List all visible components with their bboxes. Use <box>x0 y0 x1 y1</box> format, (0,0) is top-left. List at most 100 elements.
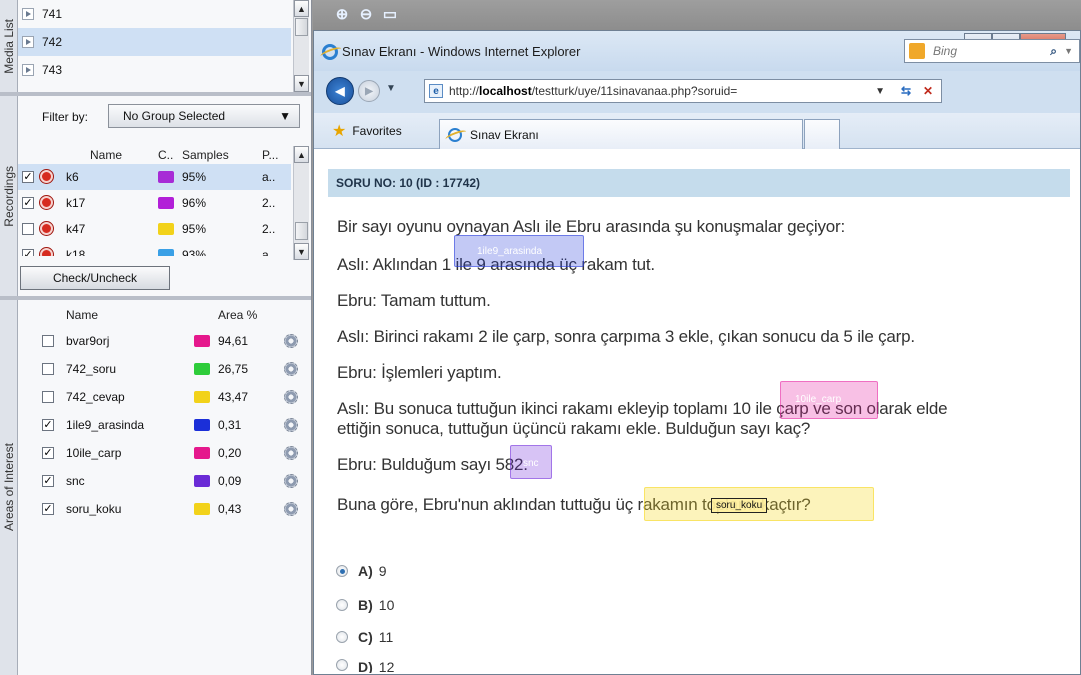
aoi-section: Name Area % bvar9orj 94,61 742_soru 26,7… <box>18 300 311 675</box>
search-icon[interactable]: ⌕ <box>1050 44 1057 59</box>
aoi-checkbox[interactable]: ✓ <box>42 475 54 487</box>
recording-color-swatch[interactable] <box>158 171 174 183</box>
aoi-color-swatch[interactable] <box>194 363 210 375</box>
group-filter-select[interactable]: No Group Selected ▼ <box>108 104 300 128</box>
recordings-scrollbar[interactable]: ▲ ▼ <box>293 146 309 260</box>
aoi-overlay[interactable]: 10ile_carp <box>780 381 878 419</box>
scroll-down-icon[interactable]: ▼ <box>294 75 309 92</box>
url-text[interactable]: http://localhost/testturk/uye/11sinavana… <box>449 84 737 98</box>
aoi-row[interactable]: 742_soru 26,75 <box>18 356 298 382</box>
recording-color-swatch[interactable] <box>158 197 174 209</box>
aoi-checkbox[interactable]: ✓ <box>42 503 54 515</box>
areas-of-interest-tab[interactable]: Areas of Interest <box>0 300 18 675</box>
column-header-name[interactable]: Name <box>66 308 98 322</box>
aoi-name: 1ile9_arasinda <box>66 418 145 432</box>
media-item[interactable]: 741 <box>18 0 291 28</box>
forward-icon[interactable]: ▶ <box>358 80 380 102</box>
column-header-p[interactable]: P... <box>262 148 278 162</box>
aoi-checkbox[interactable]: ✓ <box>42 447 54 459</box>
recording-row[interactable]: ✓ k18 93% a <box>18 242 291 256</box>
media-item-selected[interactable]: 742 <box>18 28 291 56</box>
media-list-scrollbar[interactable]: ▲ ▼ <box>293 0 309 92</box>
aoi-color-swatch[interactable] <box>194 335 210 347</box>
aoi-row[interactable]: bvar9orj 94,61 <box>18 328 298 354</box>
aoi-row[interactable]: ✓ snc 0,09 <box>18 468 298 494</box>
back-icon[interactable]: ◀ <box>326 77 354 105</box>
address-bar[interactable]: e http://localhost/testturk/uye/11sinava… <box>424 79 942 103</box>
radio-icon[interactable] <box>336 659 348 671</box>
recordings-tab[interactable]: Recordings <box>0 96 18 296</box>
aoi-row[interactable]: ✓ 10ile_carp 0,20 <box>18 440 298 466</box>
gear-icon[interactable] <box>284 474 298 488</box>
aoi-overlay[interactable]: 1ile9_arasinda <box>454 235 584 267</box>
recording-checkbox[interactable]: ✓ <box>22 171 34 183</box>
aoi-checkbox[interactable] <box>42 335 54 347</box>
recording-row[interactable]: ✓ k6 95% a.. <box>18 164 291 190</box>
answer-option-b[interactable]: B) 10 <box>336 597 394 613</box>
search-box[interactable]: Bing ⌕ ▼ <box>904 39 1080 63</box>
aoi-overlay[interactable]: snc <box>510 445 552 479</box>
column-header-name[interactable]: Name <box>90 148 122 162</box>
media-item[interactable]: 743 <box>18 56 291 84</box>
aoi-checkbox[interactable] <box>42 391 54 403</box>
recording-checkbox[interactable]: ✓ <box>22 249 34 256</box>
stop-icon[interactable]: ✕ <box>923 84 933 98</box>
scroll-up-icon[interactable]: ▲ <box>294 0 309 17</box>
aoi-name: 742_soru <box>66 362 117 376</box>
zoom-in-icon[interactable]: ⊕ <box>333 6 351 24</box>
gear-icon[interactable] <box>284 502 298 516</box>
zoom-out-icon[interactable]: ⊖ <box>357 6 375 24</box>
scroll-thumb[interactable] <box>295 18 308 36</box>
gear-icon[interactable] <box>284 390 298 404</box>
recording-row[interactable]: ✓ k17 96% 2.. <box>18 190 291 216</box>
address-dropdown-icon[interactable]: ▼ <box>875 86 885 97</box>
scroll-up-icon[interactable]: ▲ <box>294 146 309 163</box>
column-header-color[interactable]: C.. <box>158 148 173 162</box>
recording-color-swatch[interactable] <box>158 249 174 256</box>
media-list-tab[interactable]: Media List <box>0 0 18 92</box>
aoi-name: bvar9orj <box>66 334 110 348</box>
aoi-checkbox[interactable] <box>42 363 54 375</box>
fit-screen-icon[interactable]: ▭ <box>381 6 399 24</box>
aoi-color-swatch[interactable] <box>194 503 210 515</box>
aoi-color-swatch[interactable] <box>194 419 210 431</box>
radio-selected-icon[interactable] <box>336 565 348 577</box>
column-header-area[interactable]: Area % <box>218 308 257 322</box>
recording-row[interactable]: k47 95% 2.. <box>18 216 291 242</box>
aoi-color-swatch[interactable] <box>194 475 210 487</box>
aoi-color-swatch[interactable] <box>194 391 210 403</box>
aoi-overlay[interactable]: soru_koku <box>644 487 874 521</box>
column-header-samples[interactable]: Samples <box>182 148 229 162</box>
recording-checkbox[interactable] <box>22 223 34 235</box>
gear-icon[interactable] <box>284 334 298 348</box>
aoi-row[interactable]: ✓ soru_koku 0,43 <box>18 496 298 522</box>
tab-sinav-ekrani[interactable]: Sınav Ekranı <box>439 119 803 149</box>
aoi-row[interactable]: ✓ 1ile9_arasinda 0,31 <box>18 412 298 438</box>
web-page: SORU NO: 10 (ID : 17742) Bir sayı oyunu … <box>314 149 1080 674</box>
scroll-down-icon[interactable]: ▼ <box>294 243 309 260</box>
gear-icon[interactable] <box>284 362 298 376</box>
check-uncheck-button[interactable]: Check/Uncheck <box>20 266 170 290</box>
option-value: 11 <box>378 629 394 645</box>
radio-icon[interactable] <box>336 631 348 643</box>
refresh-icon[interactable]: ⇆ <box>901 84 911 98</box>
radio-icon[interactable] <box>336 599 348 611</box>
aoi-row[interactable]: 742_cevap 43,47 <box>18 384 298 410</box>
aoi-name: 10ile_carp <box>66 446 122 460</box>
answer-option-c[interactable]: C) 11 <box>336 629 393 645</box>
question-line: Aslı: Birinci rakamı 2 ile çarp, sonra ç… <box>337 327 915 346</box>
recording-samples: 95% <box>182 222 207 236</box>
search-dropdown-icon[interactable]: ▼ <box>1064 46 1073 56</box>
favorites-button[interactable]: ★ Favorites <box>332 121 402 141</box>
aoi-color-swatch[interactable] <box>194 447 210 459</box>
aoi-checkbox[interactable]: ✓ <box>42 419 54 431</box>
recording-checkbox[interactable]: ✓ <box>22 197 34 209</box>
scroll-thumb[interactable] <box>295 222 308 240</box>
answer-option-d[interactable]: D) 12 <box>336 659 394 673</box>
new-tab-button[interactable] <box>804 119 840 149</box>
answer-option-a[interactable]: A) 9 <box>336 563 387 579</box>
history-dropdown-icon[interactable]: ▼ <box>386 83 396 94</box>
gear-icon[interactable] <box>284 418 298 432</box>
recording-color-swatch[interactable] <box>158 223 174 235</box>
gear-icon[interactable] <box>284 446 298 460</box>
